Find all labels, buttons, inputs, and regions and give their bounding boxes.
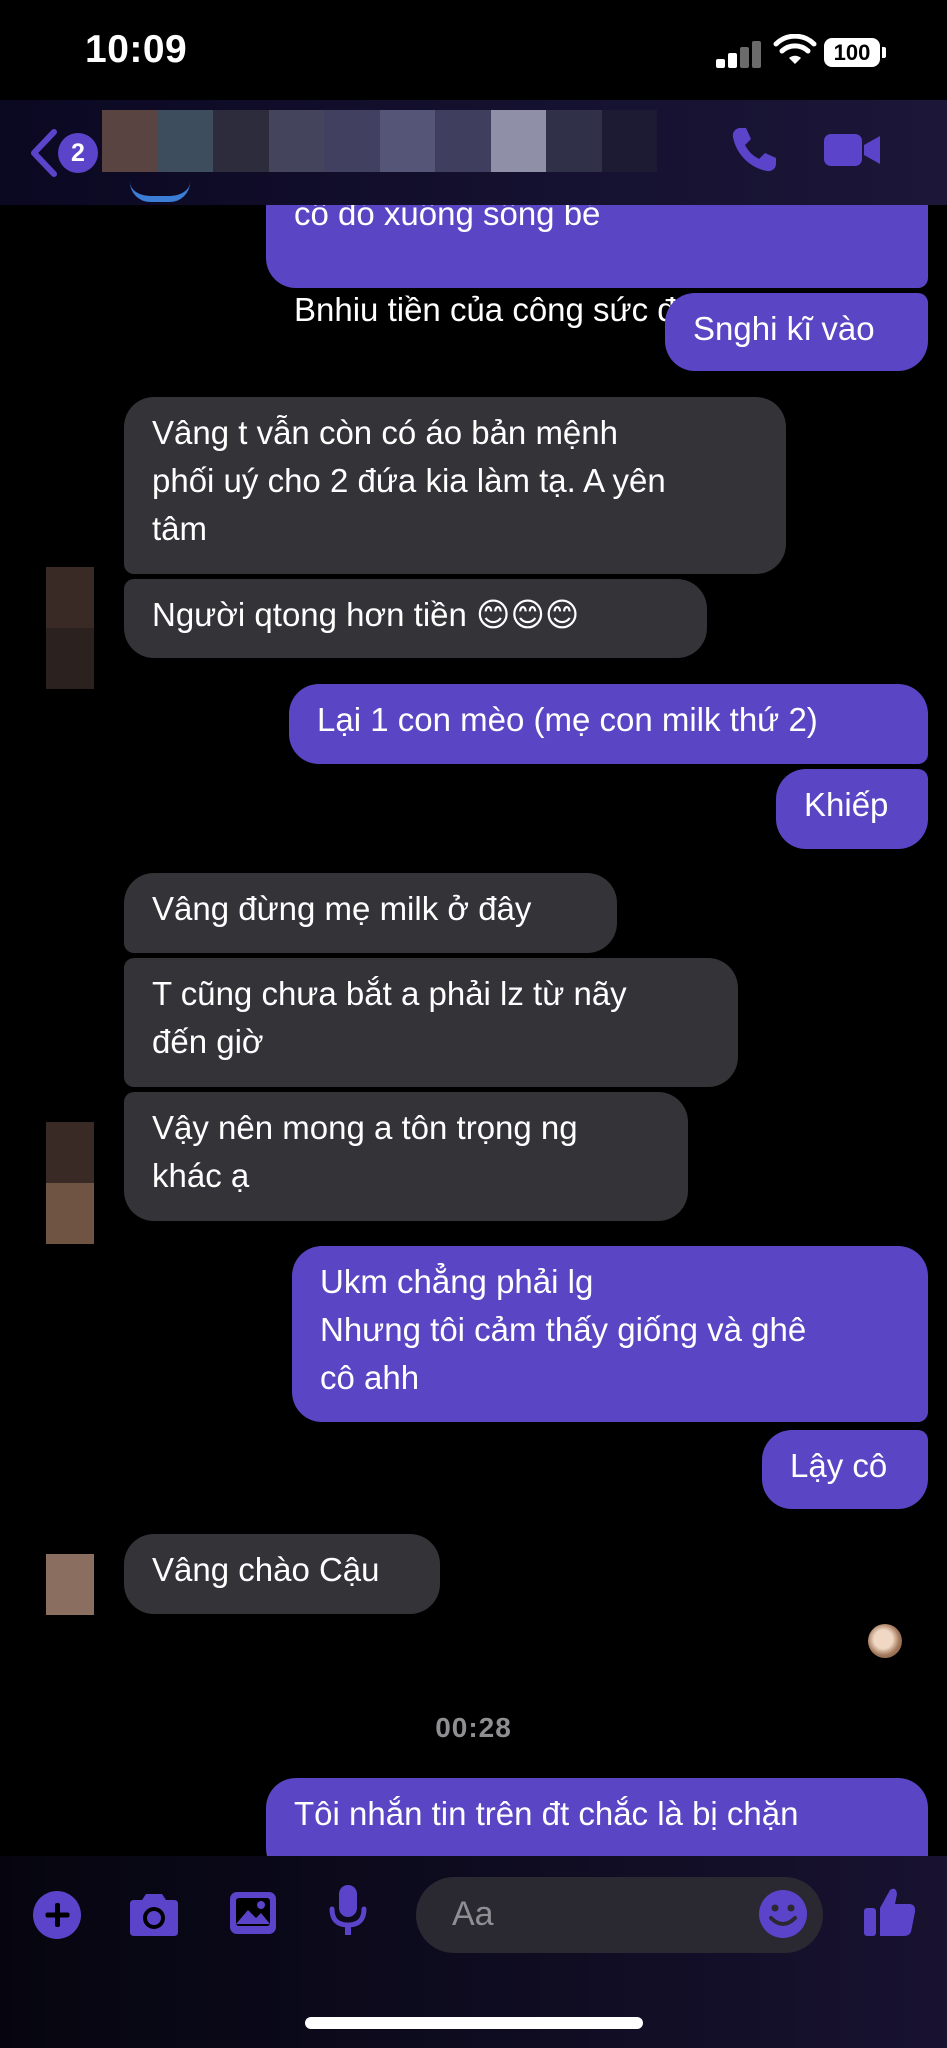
battery-nub (882, 47, 886, 58)
avatar[interactable] (46, 1122, 94, 1244)
status-time: 10:09 (85, 28, 188, 71)
contact-name-redacted[interactable] (102, 110, 657, 172)
read-receipt-avatar (868, 1624, 902, 1658)
message-outgoing[interactable]: Lậy cô (762, 1430, 928, 1509)
video-camera-icon[interactable] (822, 130, 882, 170)
image-icon[interactable] (228, 1890, 278, 1936)
camera-icon[interactable] (126, 1892, 182, 1938)
smiley-icon[interactable] (757, 1888, 809, 1940)
avatar[interactable] (46, 567, 94, 689)
wifi-icon (773, 34, 817, 64)
message-incoming[interactable]: Vậy nên mong a tôn trọng ng khác ạ (124, 1092, 688, 1221)
microphone-icon[interactable] (327, 1883, 369, 1939)
message-outgoing[interactable]: Snghi kĩ vào (665, 293, 928, 371)
message-incoming[interactable]: Người qtong hơn tiền 😊😊😊 (124, 579, 707, 658)
cellular-signal-icon (716, 40, 764, 68)
unread-badge[interactable]: 2 (58, 133, 98, 173)
battery-level: 100 (833, 40, 871, 65)
message-incoming[interactable]: Vâng đừng mẹ milk ở đây (124, 873, 617, 953)
timestamp: 00:28 (435, 1712, 512, 1743)
message-incoming[interactable]: Vâng chào Cậu (124, 1534, 440, 1614)
thumbs-up-icon[interactable] (862, 1884, 918, 1940)
home-indicator[interactable] (305, 2017, 643, 2029)
plus-icon[interactable] (33, 1891, 81, 1939)
message-incoming[interactable]: T cũng chưa bắt a phải lz từ nãy đến giờ (124, 958, 738, 1087)
message-outgoing[interactable]: Lại 1 con mèo (mẹ con milk thứ 2) (289, 684, 928, 764)
avatar[interactable] (46, 1554, 94, 1616)
message-outgoing[interactable]: Khiếp (776, 769, 928, 849)
message-outgoing[interactable]: Ukm chẳng phải lg Nhưng tôi cảm thấy giố… (292, 1246, 928, 1422)
chevron-left-icon[interactable] (28, 128, 60, 178)
battery-icon: 100 (824, 38, 880, 67)
message-incoming[interactable]: Vâng t vẫn còn có áo bản mệnh phối uý ch… (124, 397, 786, 574)
phone-icon[interactable] (728, 124, 780, 176)
message-placeholder: Aa (452, 1895, 494, 1933)
